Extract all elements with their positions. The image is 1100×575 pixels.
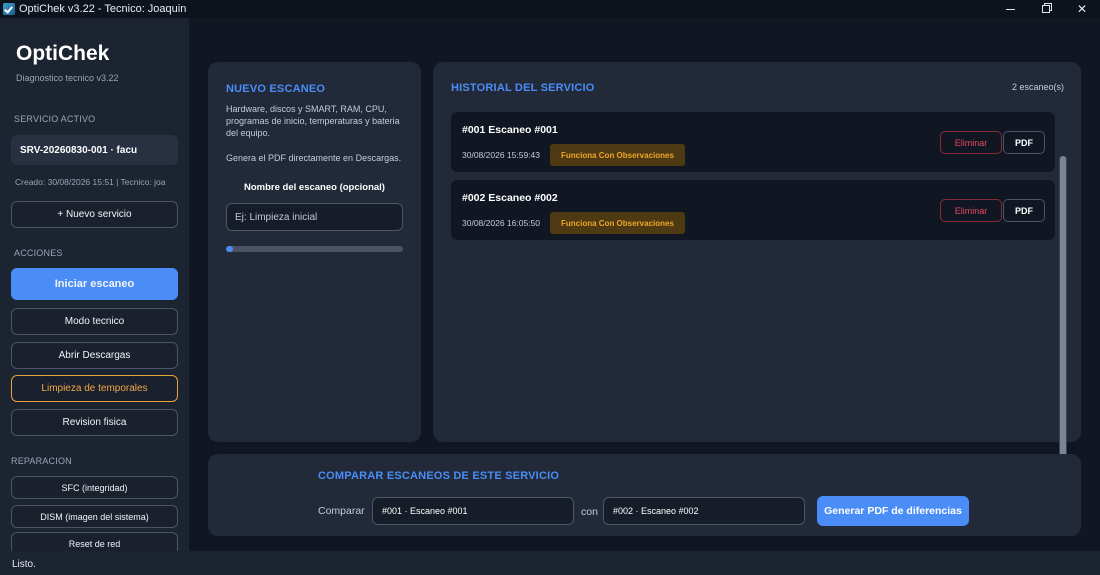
tech-mode-button[interactable]: Modo tecnico xyxy=(11,308,178,335)
title-bar: OptiChek v3.22 - Tecnico: Joaquin ✕ xyxy=(0,0,1100,18)
history-scroll-thumb[interactable] xyxy=(1060,156,1066,466)
start-scan-button[interactable]: Iniciar escaneo xyxy=(11,268,178,300)
maximize-button[interactable] xyxy=(1028,0,1064,18)
active-service-label: SERVICIO ACTIVO xyxy=(14,114,96,124)
scan-date: 30/08/2026 15:59:43 xyxy=(462,150,540,160)
window-controls: ✕ xyxy=(992,0,1100,18)
window-title: OptiChek v3.22 - Tecnico: Joaquin xyxy=(19,3,187,15)
status-bar: Listo. xyxy=(0,551,1100,575)
scan-date: 30/08/2026 16:05:50 xyxy=(462,218,540,228)
new-scan-description: Hardware, discos y SMART, RAM, CPU, prog… xyxy=(226,104,400,138)
restore-icon xyxy=(1042,5,1050,13)
scan-title: #001 Escaneo #001 xyxy=(462,124,558,136)
scan-status-badge: Funciona Con Observaciones xyxy=(550,212,685,234)
delete-scan-button[interactable]: Eliminar xyxy=(940,199,1002,222)
repair-label: REPARACION xyxy=(11,456,72,466)
history-panel: HISTORIAL DEL SERVICIO 2 escaneo(s) #001… xyxy=(433,62,1081,466)
compare-with-label: con xyxy=(581,506,598,518)
scan-name-label: Nombre del escaneo (opcional) xyxy=(244,182,385,193)
compare-right-select[interactable]: #002 · Escaneo #002 xyxy=(603,497,805,525)
sfc-button[interactable]: SFC (integridad) xyxy=(11,476,178,499)
open-downloads-button[interactable]: Abrir Descargas xyxy=(11,342,178,369)
main-area: NUEVO ESCANEO Hardware, discos y SMART, … xyxy=(189,18,1100,551)
close-button[interactable]: ✕ xyxy=(1064,0,1100,18)
scan-status-badge: Funciona Con Observaciones xyxy=(550,144,685,166)
minimize-icon xyxy=(1005,8,1015,10)
new-scan-title: NUEVO ESCANEO xyxy=(226,83,326,95)
scan-pdf-button[interactable]: PDF xyxy=(1003,199,1045,222)
network-reset-button[interactable]: Reset de red xyxy=(11,532,178,551)
minimize-button[interactable] xyxy=(992,0,1028,18)
dism-button[interactable]: DISM (imagen del sistema) xyxy=(11,505,178,528)
history-count: 2 escaneo(s) xyxy=(1011,82,1064,92)
delete-scan-button[interactable]: Eliminar xyxy=(940,131,1002,154)
compare-panel: COMPARAR ESCANEOS DE ESTE SERVICIO Compa… xyxy=(208,454,1081,536)
active-service-card: SRV-20260830-001 · facu xyxy=(11,135,178,165)
generate-diff-pdf-button[interactable]: Generar PDF de diferencias xyxy=(817,496,969,526)
service-created-info: Creado: 30/08/2026 15:51 | Tecnico: joa xyxy=(15,177,166,187)
new-scan-panel: NUEVO ESCANEO Hardware, discos y SMART, … xyxy=(208,62,421,442)
scan-name-input[interactable] xyxy=(226,203,403,231)
brand-subtitle: Diagnostico tecnico v3.22 xyxy=(16,73,119,83)
scan-title: #002 Escaneo #002 xyxy=(462,192,558,204)
actions-label: ACCIONES xyxy=(14,248,63,258)
scan-row: #001 Escaneo #001 30/08/2026 15:59:43 Fu… xyxy=(451,112,1055,172)
physical-review-button[interactable]: Revision fisica xyxy=(11,409,178,436)
status-text: Listo. xyxy=(12,559,36,570)
compare-left-select[interactable]: #001 · Escaneo #001 xyxy=(372,497,574,525)
sidebar: OptiChek Diagnostico tecnico v3.22 SERVI… xyxy=(0,18,189,551)
clean-temp-button[interactable]: Limpieza de temporales xyxy=(11,375,178,402)
scan-progress-fill xyxy=(226,246,234,252)
close-icon: ✕ xyxy=(1076,2,1088,16)
history-title: HISTORIAL DEL SERVICIO xyxy=(451,82,595,94)
compare-title: COMPARAR ESCANEOS DE ESTE SERVICIO xyxy=(318,470,560,482)
app-logo-icon xyxy=(3,3,15,15)
history-scrollbar[interactable] xyxy=(1059,156,1067,466)
scan-pdf-button[interactable]: PDF xyxy=(1003,131,1045,154)
new-service-button[interactable]: + Nuevo servicio xyxy=(11,201,178,228)
brand-title: OptiChek xyxy=(16,42,110,65)
new-scan-pdf-note: Genera el PDF directamente en Descargas. xyxy=(226,153,402,163)
scan-row: #002 Escaneo #002 30/08/2026 16:05:50 Fu… xyxy=(451,180,1055,240)
compare-label: Comparar xyxy=(318,505,365,517)
scan-progress-bar xyxy=(226,246,403,252)
